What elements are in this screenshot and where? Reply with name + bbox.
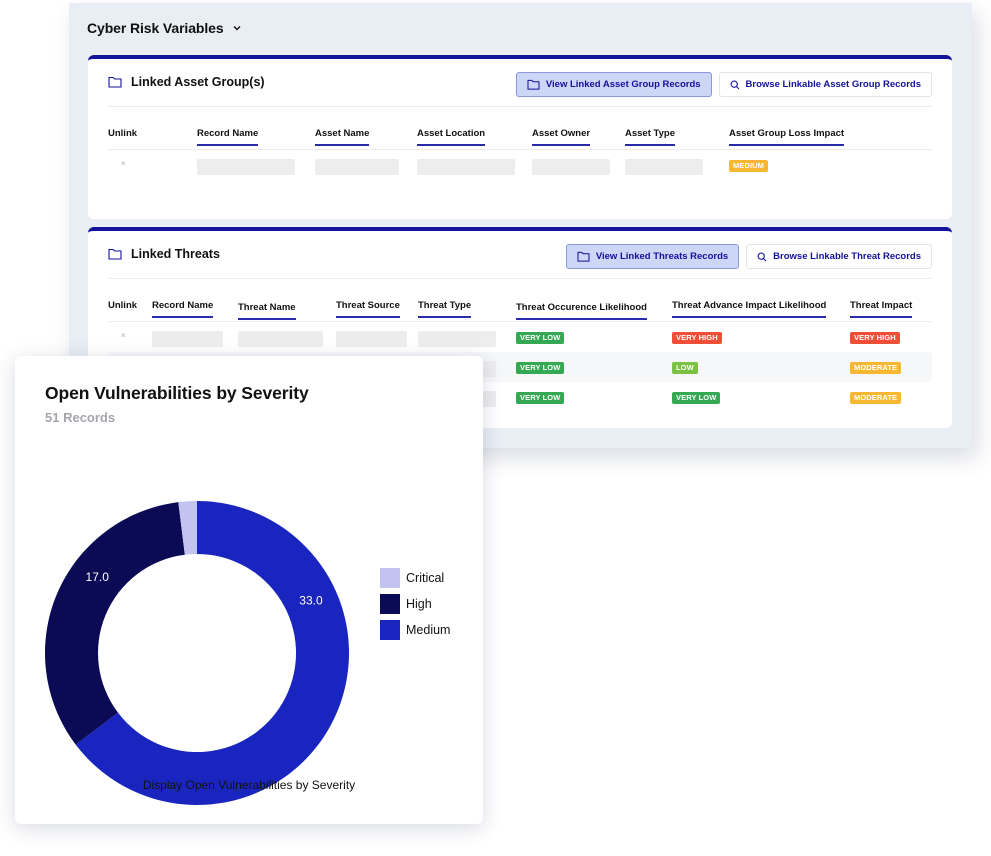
column-header-asset-name[interactable]: Asset Name (315, 128, 370, 146)
browse-linkable-asset-group-records-button[interactable]: Browse Linkable Asset Group Records (718, 72, 932, 97)
table-header: Unlink Record Name Asset Name Asset Loca… (108, 121, 932, 150)
search-icon (730, 80, 739, 89)
table-row: × VERY LOW VERY HIGH VERY HIGH (108, 322, 932, 352)
button-label: Browse Linkable Asset Group Records (745, 79, 921, 90)
column-header-asset-group-loss-impact[interactable]: Asset Group Loss Impact (729, 128, 845, 146)
asset-name-cell (315, 159, 399, 175)
button-label: View Linked Threats Records (595, 251, 729, 262)
legend-swatch (380, 594, 400, 614)
column-header-asset-owner[interactable]: Asset Owner (532, 128, 591, 146)
view-linked-threats-records-button[interactable]: View Linked Threats Records (565, 244, 740, 269)
column-header-asset-location[interactable]: Asset Location (417, 128, 486, 146)
chart-legend: Critical High Medium (380, 565, 450, 643)
occurrence-likelihood-badge: VERY LOW (516, 362, 565, 374)
card-title: Linked Asset Group(s) (131, 75, 265, 89)
chart-caption: Display Open Vulnerabilities by Severity (142, 778, 356, 792)
legend-label: Critical (406, 571, 445, 585)
unlink-button[interactable]: × (121, 159, 126, 168)
unlink-button[interactable]: × (121, 331, 126, 340)
column-header-threat-impact[interactable]: Threat Impact (850, 300, 913, 318)
legend-item-critical[interactable]: Critical (380, 565, 450, 591)
donut-slice-high[interactable] (45, 502, 185, 745)
column-header-threat-occurence-likelihood[interactable]: Threat Occurence Likelihood (516, 302, 647, 320)
asset-location-cell (417, 159, 515, 175)
legend-swatch (380, 568, 400, 588)
asset-groups-table: Unlink Record Name Asset Name Asset Loca… (108, 121, 932, 180)
data-label-high: 17.0 (86, 570, 110, 584)
folder-icon (108, 76, 122, 88)
button-label: Browse Linkable Threat Records (773, 251, 921, 262)
table-header: Unlink Record Name Threat Name Threat So… (108, 293, 932, 322)
folder-icon (527, 79, 540, 90)
folder-icon (577, 251, 590, 262)
column-header-record-name[interactable]: Record Name (197, 128, 259, 146)
record-name-cell (152, 331, 223, 347)
data-label-medium: 33.0 (299, 593, 323, 607)
column-header-threat-name[interactable]: Threat Name (238, 302, 296, 320)
asset-type-cell (625, 159, 703, 175)
column-header-asset-type[interactable]: Asset Type (625, 128, 675, 146)
card-header: Linked Threats View Linked Threats Recor… (108, 241, 932, 279)
threat-impact-badge: VERY HIGH (850, 332, 900, 344)
panel-header[interactable]: Cyber Risk Variables (87, 20, 242, 36)
open-vulnerabilities-chart-card: Open Vulnerabilities by Severity 51 Reco… (15, 356, 483, 824)
threat-impact-badge: MODERATE (850, 392, 902, 404)
search-icon (757, 252, 767, 261)
asset-owner-cell (532, 159, 610, 175)
chevron-down-icon[interactable] (232, 23, 242, 33)
advance-impact-likelihood-badge: VERY HIGH (672, 332, 722, 344)
folder-icon (108, 248, 122, 260)
column-header-unlink: Unlink (108, 300, 138, 311)
button-label: View Linked Asset Group Records (545, 79, 701, 90)
legend-item-high[interactable]: High (380, 591, 450, 617)
table-row: × MEDIUM (108, 150, 932, 180)
threat-type-cell (418, 331, 496, 347)
advance-impact-likelihood-badge: VERY LOW (672, 392, 721, 404)
column-header-threat-advance-impact-likelihood[interactable]: Threat Advance Impact Likelihood (672, 300, 827, 318)
threat-impact-badge: MODERATE (850, 362, 902, 374)
occurrence-likelihood-badge: VERY LOW (516, 392, 565, 404)
view-linked-asset-group-records-button[interactable]: View Linked Asset Group Records (515, 72, 712, 97)
record-name-cell (197, 159, 295, 175)
occurrence-likelihood-badge: VERY LOW (516, 332, 565, 344)
panel-title: Cyber Risk Variables (87, 20, 224, 36)
column-header-record-name[interactable]: Record Name (152, 300, 214, 318)
card-title: Linked Threats (131, 247, 220, 261)
legend-label: Medium (406, 623, 451, 637)
loss-impact-badge: MEDIUM (729, 160, 769, 172)
browse-linkable-threat-records-button[interactable]: Browse Linkable Threat Records (746, 244, 932, 269)
advance-impact-likelihood-badge: LOW (672, 362, 698, 374)
column-header-unlink: Unlink (108, 128, 138, 139)
legend-item-medium[interactable]: Medium (380, 617, 450, 643)
card-header: Linked Asset Group(s) View Linked Asset … (108, 69, 932, 107)
column-header-threat-type[interactable]: Threat Type (418, 300, 472, 318)
linked-asset-groups-card: Linked Asset Group(s) View Linked Asset … (88, 55, 952, 219)
legend-label: High (406, 597, 432, 611)
threat-name-cell (238, 331, 323, 347)
legend-swatch (380, 620, 400, 640)
column-header-threat-source[interactable]: Threat Source (336, 300, 400, 318)
threat-source-cell (336, 331, 407, 347)
